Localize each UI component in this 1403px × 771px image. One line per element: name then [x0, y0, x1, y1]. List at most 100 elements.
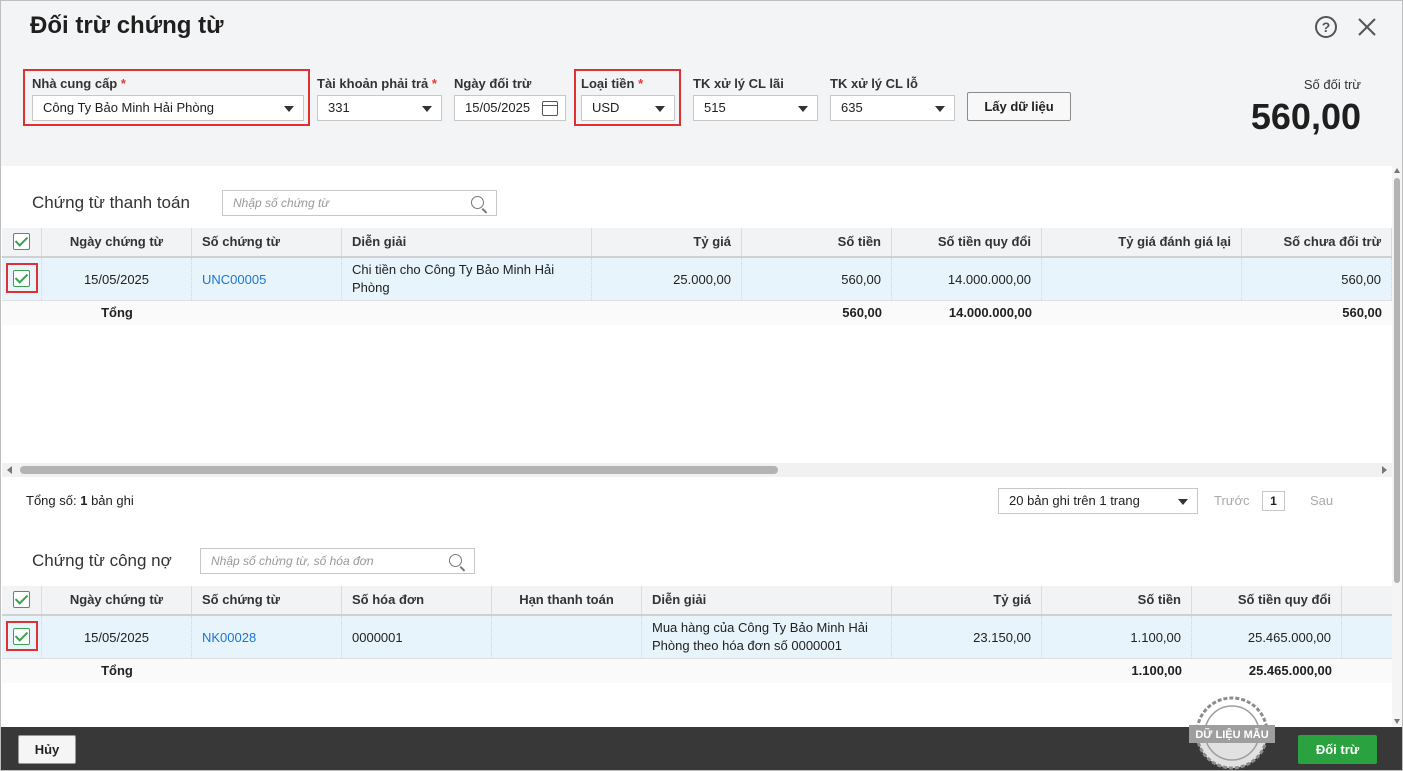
scroll-up-icon[interactable] — [1394, 168, 1400, 173]
next-page-button[interactable]: Sau — [1310, 493, 1333, 508]
total-converted: 25.465.000,00 — [1248, 663, 1332, 678]
col-invoice-no[interactable]: Số hóa đơn — [342, 586, 492, 614]
payable-account-label: Tài khoản phải trả * — [317, 76, 437, 91]
supplier-label: Nhà cung cấp * — [32, 76, 126, 91]
col-date[interactable]: Ngày chứng từ — [42, 228, 192, 256]
loss-account-select[interactable]: 635 — [830, 95, 955, 121]
record-count-number: 1 — [80, 493, 88, 508]
chevron-down-icon — [798, 106, 808, 112]
calendar-icon[interactable] — [542, 101, 558, 116]
current-page[interactable]: 1 — [1262, 491, 1285, 511]
required-mark: * — [120, 76, 126, 91]
scroll-left-icon[interactable] — [7, 466, 12, 474]
total-label: Tổng — [101, 663, 133, 678]
total-amount: 560,00 — [842, 305, 882, 320]
record-count: Tổng số: 1 bản ghi — [26, 493, 134, 508]
offset-button[interactable]: Đối trừ — [1298, 735, 1377, 764]
cell-invoice-no: 0000001 — [342, 616, 492, 658]
loss-account-label: TK xử lý CL lỗ — [830, 76, 918, 91]
payment-checkbox-highlight — [6, 263, 38, 293]
page-size-select[interactable]: 20 bản ghi trên 1 trang — [998, 488, 1198, 514]
record-count-prefix: Tổng số: — [26, 493, 77, 508]
currency-select[interactable]: USD — [581, 95, 675, 121]
col-description[interactable]: Diễn giải — [342, 228, 592, 256]
record-count-suffix: bản ghi — [91, 493, 134, 508]
col-due-date[interactable]: Hạn thanh toán — [492, 586, 642, 614]
cell-rate: 25.000,00 — [592, 258, 742, 300]
payment-grid: Ngày chứng từ Số chứng từ Diễn giải Tỷ g… — [2, 228, 1392, 325]
col-unoffset[interactable]: Số chưa đối trừ — [1242, 228, 1392, 256]
search-icon[interactable] — [471, 196, 484, 209]
col-converted[interactable]: Số tiền quy đổi — [892, 228, 1042, 256]
col-doc-no[interactable]: Số chứng từ — [192, 228, 342, 256]
offset-date-input[interactable]: 15/05/2025 — [454, 95, 566, 121]
payment-row[interactable]: 15/05/2025 UNC00005 Chi tiền cho Công Ty… — [2, 258, 1392, 301]
total-amount: 1.100,00 — [1131, 663, 1182, 678]
required-mark: * — [431, 76, 437, 91]
offset-date-label: Ngày đối trừ — [454, 76, 532, 91]
total-label: Tổng — [101, 305, 133, 320]
required-mark: * — [638, 76, 644, 91]
debt-search-input[interactable]: Nhập số chứng từ, số hóa đơn — [200, 548, 475, 574]
gain-account-value: 515 — [704, 100, 726, 115]
col-amount[interactable]: Số tiền — [1042, 586, 1192, 614]
currency-label-text: Loại tiền — [581, 76, 635, 91]
fetch-data-button[interactable]: Lấy dữ liệu — [967, 92, 1071, 121]
offset-date-value: 15/05/2025 — [465, 100, 531, 115]
debt-section-title: Chứng từ công nợ — [32, 551, 172, 570]
cell-converted: 14.000.000,00 — [892, 258, 1042, 300]
debt-checkbox-highlight — [6, 621, 38, 651]
cell-date: 15/05/2025 — [42, 616, 192, 658]
close-icon[interactable] — [1355, 15, 1379, 39]
cell-description: Mua hàng của Công Ty Bảo Minh Hải Phòng … — [642, 616, 892, 658]
col-description[interactable]: Diễn giải — [642, 586, 892, 614]
vertical-scrollbar[interactable] — [1392, 166, 1402, 726]
page-size-value: 20 bản ghi trên 1 trang — [1009, 493, 1140, 508]
chevron-down-icon — [935, 106, 945, 112]
total-converted: 14.000.000,00 — [948, 305, 1032, 320]
gain-account-select[interactable]: 515 — [693, 95, 818, 121]
debt-row[interactable]: 15/05/2025 NK00028 0000001 Mua hàng của … — [2, 616, 1392, 659]
col-revalued-rate[interactable]: Tỷ giá đánh giá lại — [1042, 228, 1242, 256]
chevron-down-icon — [422, 106, 432, 112]
cell-description: Chi tiền cho Công Ty Bảo Minh Hải Phòng — [342, 258, 592, 300]
col-amount[interactable]: Số tiền — [742, 228, 892, 256]
payment-search-input[interactable]: Nhập số chứng từ — [222, 190, 497, 216]
scroll-thumb[interactable] — [1394, 178, 1400, 583]
scroll-right-icon[interactable] — [1382, 466, 1387, 474]
help-circle-icon[interactable]: ? — [1315, 16, 1337, 38]
select-all-cell — [2, 228, 42, 256]
debt-grid: Ngày chứng từ Số chứng từ Số hóa đơn Hạn… — [2, 586, 1392, 683]
dialog-title: Đối trừ chứng từ — [30, 12, 224, 39]
select-all-checkbox[interactable] — [13, 233, 30, 250]
payable-account-select[interactable]: 331 — [317, 95, 442, 121]
cell-doc-link[interactable]: UNC00005 — [192, 258, 342, 300]
offset-amount-label: Số đối trừ — [1303, 77, 1361, 92]
select-all-cell — [2, 586, 42, 614]
col-rate[interactable]: Tỷ giá — [592, 228, 742, 256]
cell-amount: 1.100,00 — [1042, 616, 1192, 658]
col-date[interactable]: Ngày chứng từ — [42, 586, 192, 614]
col-converted[interactable]: Số tiền quy đổi — [1192, 586, 1342, 614]
chevron-down-icon — [1178, 499, 1188, 505]
offset-documents-dialog: Đối trừ chứng từ ? Nhà cung cấp * Công T… — [0, 0, 1403, 771]
cell-revalued-rate[interactable] — [1042, 258, 1242, 300]
col-doc-no[interactable]: Số chứng từ — [192, 586, 342, 614]
debt-search-placeholder: Nhập số chứng từ, số hóa đơn — [211, 554, 374, 568]
gain-account-label: TK xử lý CL lãi — [693, 76, 784, 91]
payment-total-row: Tổng 560,00 14.000.000,00 560,00 — [2, 301, 1392, 325]
horizontal-scrollbar[interactable] — [2, 463, 1392, 477]
cell-converted: 25.465.000,00 — [1192, 616, 1342, 658]
supplier-select[interactable]: Công Ty Bảo Minh Hải Phòng — [32, 95, 304, 121]
prev-page-button[interactable]: Trước — [1214, 493, 1250, 508]
scroll-thumb[interactable] — [20, 466, 778, 474]
cell-doc-link[interactable]: NK00028 — [192, 616, 342, 658]
chevron-down-icon — [655, 106, 665, 112]
select-all-checkbox[interactable] — [13, 591, 30, 608]
scroll-down-icon[interactable] — [1394, 719, 1400, 724]
stamp-text: DỮ LIỆU MẪU — [1195, 728, 1268, 741]
supplier-label-text: Nhà cung cấp — [32, 76, 118, 91]
col-rate[interactable]: Tỷ giá — [892, 586, 1042, 614]
cancel-button[interactable]: Hủy — [18, 735, 76, 764]
search-icon[interactable] — [449, 554, 462, 567]
